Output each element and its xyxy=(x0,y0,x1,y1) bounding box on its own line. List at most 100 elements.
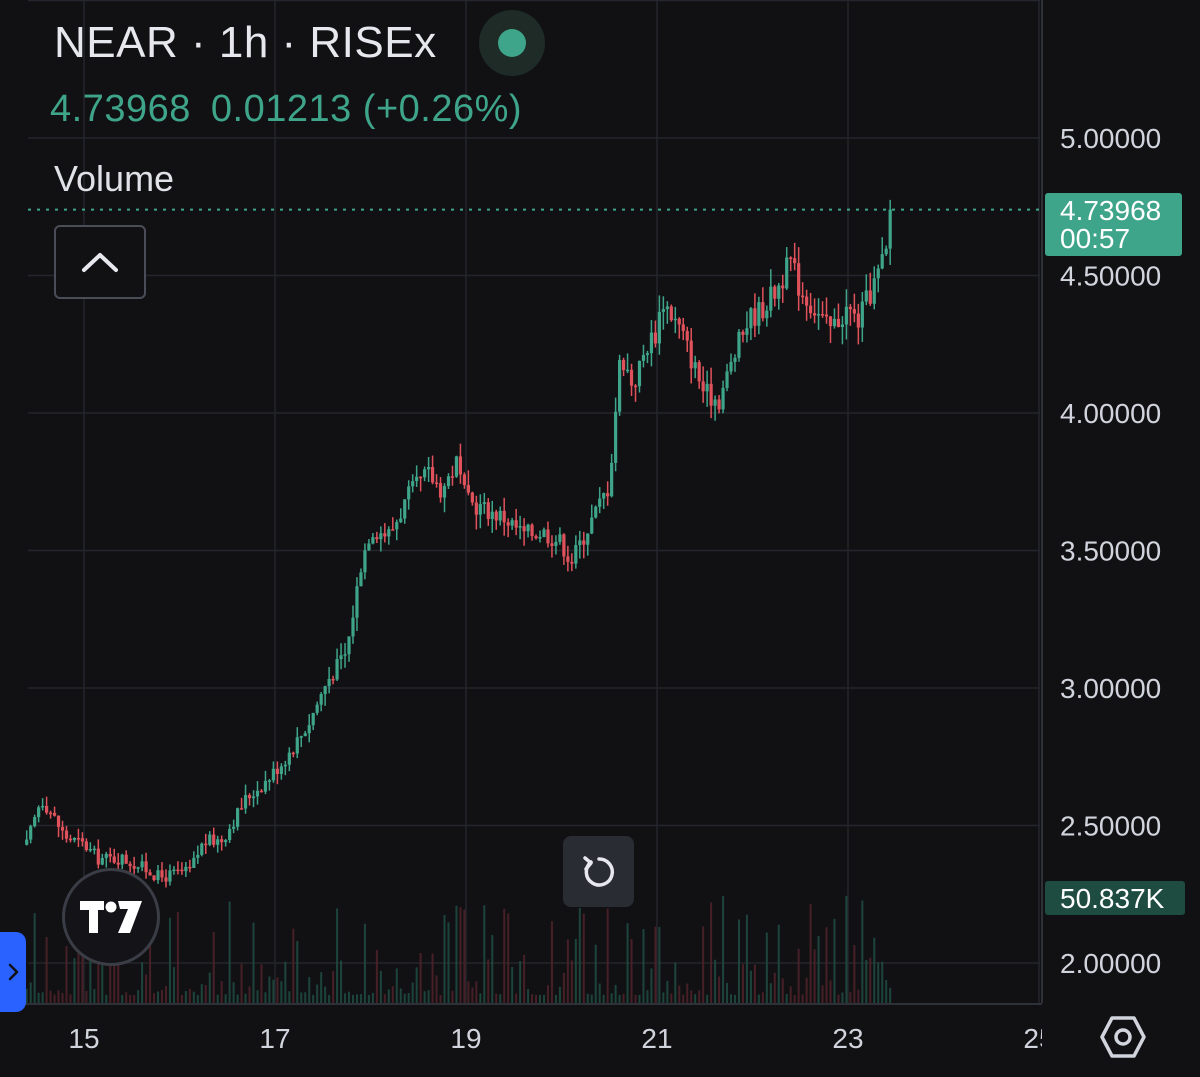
candle-body xyxy=(657,311,661,344)
refresh-icon xyxy=(582,855,614,887)
volume-bar xyxy=(801,994,804,1003)
candle-body xyxy=(673,318,677,321)
volume-bar xyxy=(789,986,792,1003)
x-tick-label: 15 xyxy=(68,1023,99,1054)
candle-body xyxy=(259,790,264,793)
reset-chart-button[interactable] xyxy=(563,836,634,907)
volume-bar xyxy=(602,994,605,1003)
collapse-legend-button[interactable] xyxy=(54,225,146,299)
tradingview-logo[interactable] xyxy=(62,868,160,966)
volume-bar xyxy=(153,993,156,1003)
candle-body xyxy=(606,493,610,497)
candle-body xyxy=(403,499,407,519)
price-chart[interactable]: 2.00000 2.50000 3.00000 3.50000 4.00000 4.500… xyxy=(0,0,1200,1077)
candle-body xyxy=(176,869,180,872)
volume-bar xyxy=(196,994,199,1003)
volume-bar xyxy=(141,962,144,1003)
chart-settings-button[interactable] xyxy=(1100,1014,1146,1060)
candle-body xyxy=(462,474,467,486)
candle-body xyxy=(438,483,443,498)
volume-bar xyxy=(379,970,382,1003)
candle-body xyxy=(56,815,61,827)
candles xyxy=(25,199,892,888)
candle-body xyxy=(888,209,892,249)
candle-body xyxy=(148,872,152,876)
volume-bar xyxy=(507,913,510,1003)
volume-bar xyxy=(228,901,231,1003)
volume-bar xyxy=(761,992,764,1003)
candle-body xyxy=(820,314,825,316)
volume-bar xyxy=(57,990,60,1003)
volume-bar xyxy=(216,994,219,1003)
candle-body xyxy=(502,510,506,523)
candle-body xyxy=(602,493,606,499)
candle-body xyxy=(267,780,272,782)
volume-indicator-label[interactable]: Volume xyxy=(54,158,174,200)
volume-bar xyxy=(168,917,171,1003)
candle-body xyxy=(506,522,510,526)
candle-body xyxy=(578,540,582,546)
volume-bar xyxy=(324,986,327,1003)
candle-body xyxy=(196,854,200,858)
candle-body xyxy=(709,383,713,406)
volume-bar xyxy=(304,992,307,1003)
volume-bar xyxy=(769,983,772,1003)
volume-bar xyxy=(877,962,880,1003)
volume-bar xyxy=(710,902,713,1003)
candle-body xyxy=(542,529,546,537)
side-panel-tab[interactable] xyxy=(0,932,26,1012)
candle-body xyxy=(347,636,351,655)
candle-body xyxy=(200,843,204,855)
volume-bar xyxy=(383,994,386,1003)
volume-bar xyxy=(133,994,136,1003)
candle-body xyxy=(184,866,188,872)
candle-body xyxy=(852,309,856,314)
candle-body xyxy=(164,877,168,882)
volume-bar xyxy=(375,949,378,1003)
volume-bar xyxy=(344,993,347,1003)
candle-body xyxy=(486,502,490,520)
volume-bar xyxy=(730,994,733,1003)
volume-bar xyxy=(634,994,637,1003)
candle-body xyxy=(586,533,590,545)
volume-bar xyxy=(137,990,140,1003)
volume-bar xyxy=(861,900,864,1003)
candle-body xyxy=(645,353,650,356)
candle-body xyxy=(721,387,725,410)
volume-bar xyxy=(765,932,768,1003)
candle-body xyxy=(363,550,367,573)
candle-body xyxy=(80,838,85,842)
market-status-indicator[interactable] xyxy=(479,10,545,76)
volume-bar xyxy=(391,986,394,1003)
volume-bar xyxy=(542,994,545,1003)
volume-bar xyxy=(395,968,398,1003)
candle-body xyxy=(323,686,327,695)
symbol-title[interactable]: NEAR · 1h · RISEx xyxy=(54,18,437,68)
candle-body xyxy=(629,369,634,386)
volume-bar xyxy=(511,967,514,1003)
candle-body xyxy=(383,533,387,537)
candle-body xyxy=(419,476,423,479)
volume-bar xyxy=(53,994,56,1003)
volume-bar xyxy=(797,948,800,1003)
volume-bar xyxy=(268,976,271,1003)
candle-body xyxy=(490,511,494,520)
volume-bar xyxy=(594,944,597,1003)
candle-body xyxy=(44,805,49,813)
axis-mask xyxy=(1042,1005,1102,1077)
volume-bar xyxy=(582,913,585,1003)
candle-body xyxy=(637,360,642,387)
candle-body xyxy=(729,361,733,372)
candle-body xyxy=(446,476,451,487)
candle-body xyxy=(454,456,459,477)
volume-bar xyxy=(244,993,247,1003)
volume-bar xyxy=(288,991,291,1003)
candle-body xyxy=(697,362,701,382)
candle-body xyxy=(192,857,196,868)
candle-body xyxy=(681,324,685,331)
candle-body xyxy=(848,306,852,310)
candle-body xyxy=(343,654,347,656)
volume-bar xyxy=(467,981,470,1003)
candle-body xyxy=(299,736,303,738)
volume-bar xyxy=(539,994,542,1003)
